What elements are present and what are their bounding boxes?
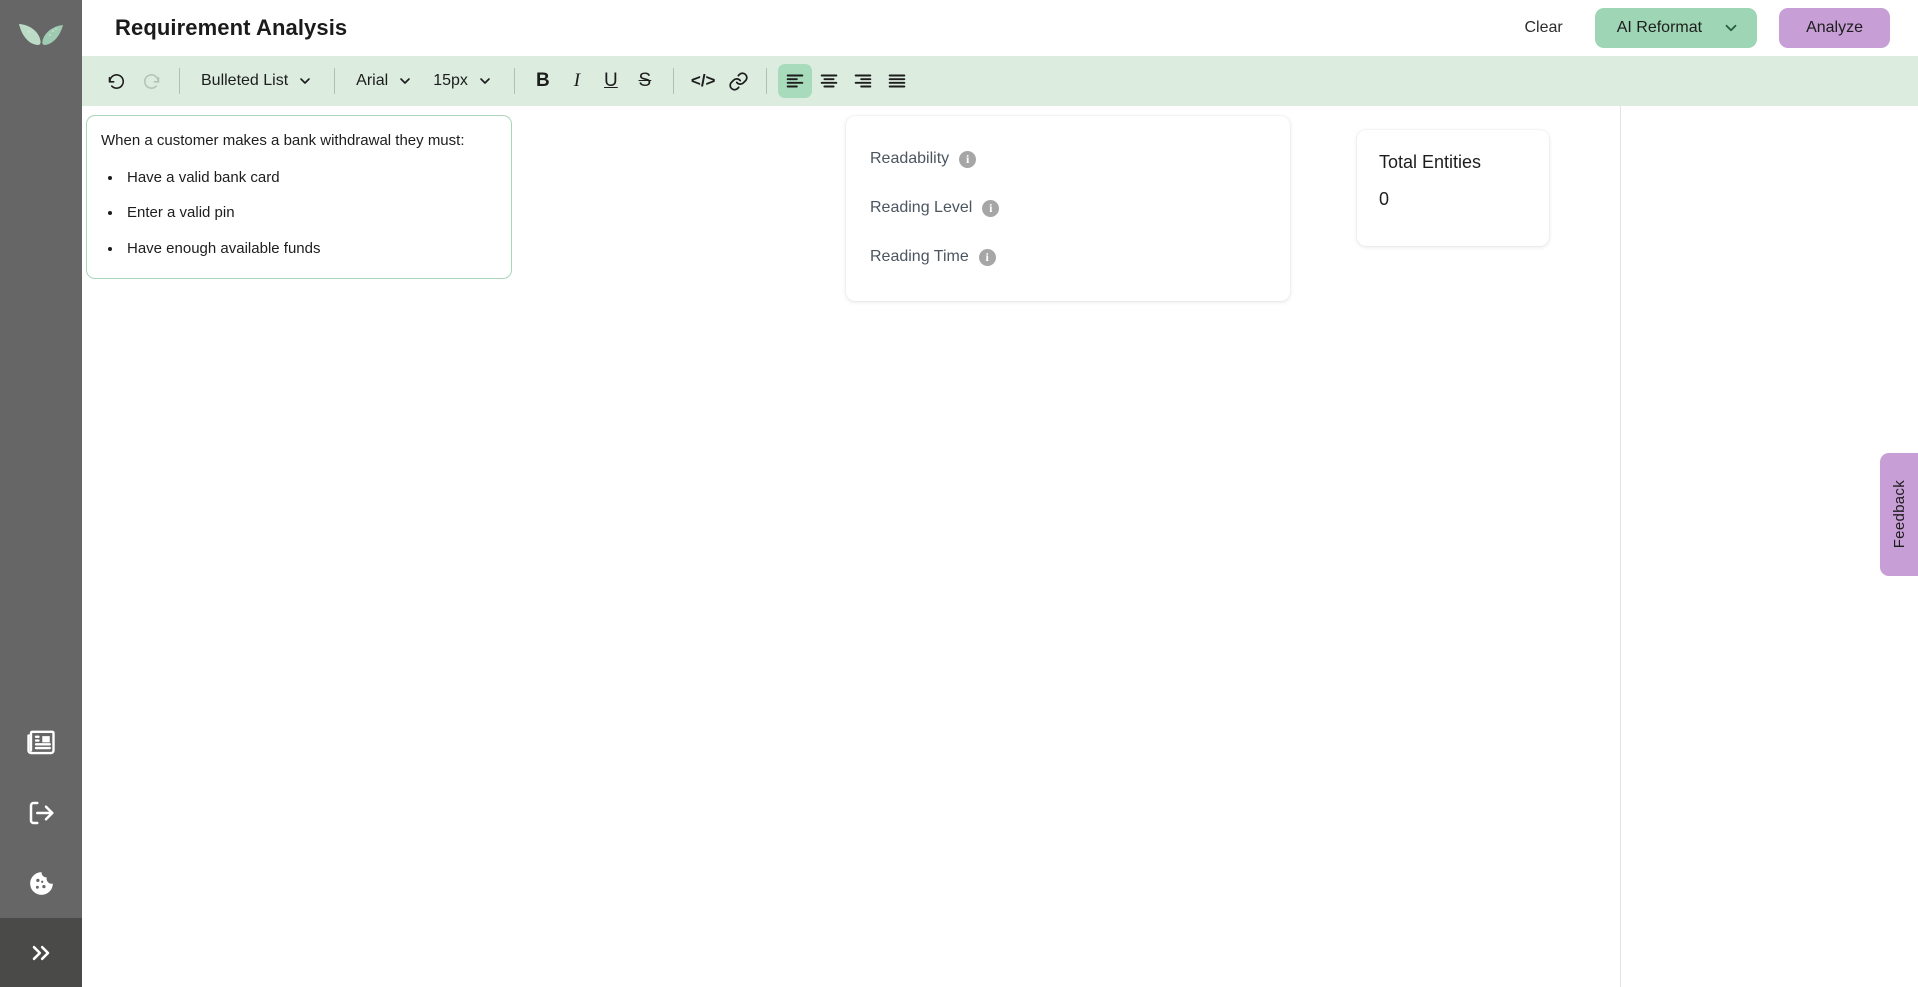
- page-title: Requirement Analysis: [115, 15, 348, 40]
- info-icon[interactable]: i: [982, 199, 1000, 217]
- feedback-label: Feedback: [1890, 480, 1908, 549]
- metric-row-reading-level: Reading Level i: [870, 197, 1290, 219]
- align-right-icon: [855, 74, 872, 88]
- header-actions: Clear AI Reformat Analyze: [1514, 8, 1890, 48]
- double-chevron-right-icon: [32, 945, 50, 960]
- italic-button[interactable]: I: [560, 64, 594, 98]
- align-justify-button[interactable]: [880, 64, 914, 98]
- cookie-icon: [29, 871, 53, 895]
- ai-reformat-label: AI Reformat: [1616, 19, 1703, 36]
- font-size-value: 15px: [433, 72, 468, 89]
- logout-icon: [29, 801, 54, 825]
- list-item: Have a valid bank card: [123, 168, 493, 188]
- toolbar-divider: [766, 68, 768, 94]
- panel-divider: [1620, 106, 1621, 987]
- toolbar-divider: [179, 68, 180, 94]
- chevron-down-icon: [300, 78, 310, 84]
- redo-icon: [143, 74, 160, 89]
- code-button[interactable]: </>: [685, 64, 722, 98]
- list-style-value: Bulleted List: [201, 72, 289, 89]
- clear-button[interactable]: Clear: [1514, 13, 1572, 43]
- sidebar-expand-button[interactable]: [0, 918, 82, 987]
- bold-icon: B: [536, 70, 550, 91]
- align-right-button[interactable]: [846, 64, 880, 98]
- link-button[interactable]: [721, 64, 755, 98]
- total-entities-title: Total Entities: [1379, 152, 1482, 172]
- app-logo[interactable]: [0, 0, 82, 68]
- toolbar-divider: [672, 68, 674, 94]
- metric-row-readability: Readability i: [870, 148, 1290, 170]
- font-family-value: Arial: [356, 72, 389, 89]
- info-icon[interactable]: i: [959, 150, 977, 168]
- bold-button[interactable]: B: [526, 64, 560, 98]
- list-item: Have enough available funds: [123, 239, 493, 259]
- total-entities-value: 0: [1379, 189, 1390, 209]
- align-left-icon: [787, 74, 804, 88]
- requirement-editor[interactable]: When a customer makes a bank withdrawal …: [86, 115, 512, 280]
- align-center-button[interactable]: [812, 64, 846, 98]
- align-justify-icon: [889, 74, 906, 88]
- chevron-down-icon: [400, 78, 410, 84]
- italic-icon: I: [573, 70, 581, 91]
- chevron-down-icon: [480, 78, 490, 84]
- editor-toolbar: Bulleted List Arial 15px B I U S </>: [82, 56, 1918, 106]
- metric-label: Readability: [870, 150, 950, 167]
- strikethrough-icon: S: [638, 70, 652, 91]
- workspace: When a customer makes a bank withdrawal …: [82, 106, 1918, 987]
- metric-label: Reading Level: [870, 199, 973, 216]
- left-sidebar: [0, 0, 82, 987]
- metrics-card: Readability i Reading Level i Reading Ti…: [846, 116, 1290, 301]
- newspaper-icon: [27, 730, 55, 755]
- redo-button[interactable]: [134, 64, 168, 98]
- total-entities-card: Total Entities 0: [1357, 130, 1549, 246]
- info-icon[interactable]: i: [978, 248, 996, 266]
- align-center-icon: [821, 74, 838, 88]
- app-header: Requirement Analysis Clear AI Reformat A…: [82, 0, 1918, 56]
- app-root: Requirement Analysis Clear AI Reformat A…: [0, 0, 1918, 987]
- undo-button[interactable]: [100, 64, 134, 98]
- underline-icon: U: [604, 70, 618, 91]
- sidebar-item-cookies[interactable]: [0, 848, 82, 918]
- strikethrough-button[interactable]: S: [628, 64, 662, 98]
- chevron-down-icon: [1725, 24, 1737, 32]
- leaf-wings-logo-icon: [19, 24, 63, 46]
- code-icon: </>: [690, 71, 716, 90]
- editor-lead-text: When a customer makes a bank withdrawal …: [101, 132, 465, 149]
- sidebar-item-news[interactable]: [0, 708, 82, 778]
- feedback-tab[interactable]: Feedback: [1880, 453, 1918, 576]
- undo-icon: [108, 74, 125, 89]
- metric-label: Reading Time: [870, 248, 969, 265]
- font-size-select[interactable]: 15px: [423, 64, 503, 98]
- toolbar-divider: [334, 68, 336, 94]
- font-family-select[interactable]: Arial: [346, 64, 423, 98]
- underline-button[interactable]: U: [594, 64, 628, 98]
- link-icon: [729, 71, 748, 91]
- align-left-button[interactable]: [778, 64, 813, 98]
- list-item: Enter a valid pin: [123, 203, 493, 223]
- list-style-select[interactable]: Bulleted List: [191, 64, 323, 98]
- ai-reformat-button[interactable]: AI Reformat: [1594, 8, 1758, 48]
- analyze-button[interactable]: Analyze: [1779, 8, 1890, 48]
- sidebar-item-logout[interactable]: [0, 778, 82, 848]
- editor-bullet-list: Have a valid bank card Enter a valid pin…: [123, 168, 493, 259]
- toolbar-divider: [513, 68, 515, 94]
- metric-row-reading-time: Reading Time i: [870, 246, 1290, 268]
